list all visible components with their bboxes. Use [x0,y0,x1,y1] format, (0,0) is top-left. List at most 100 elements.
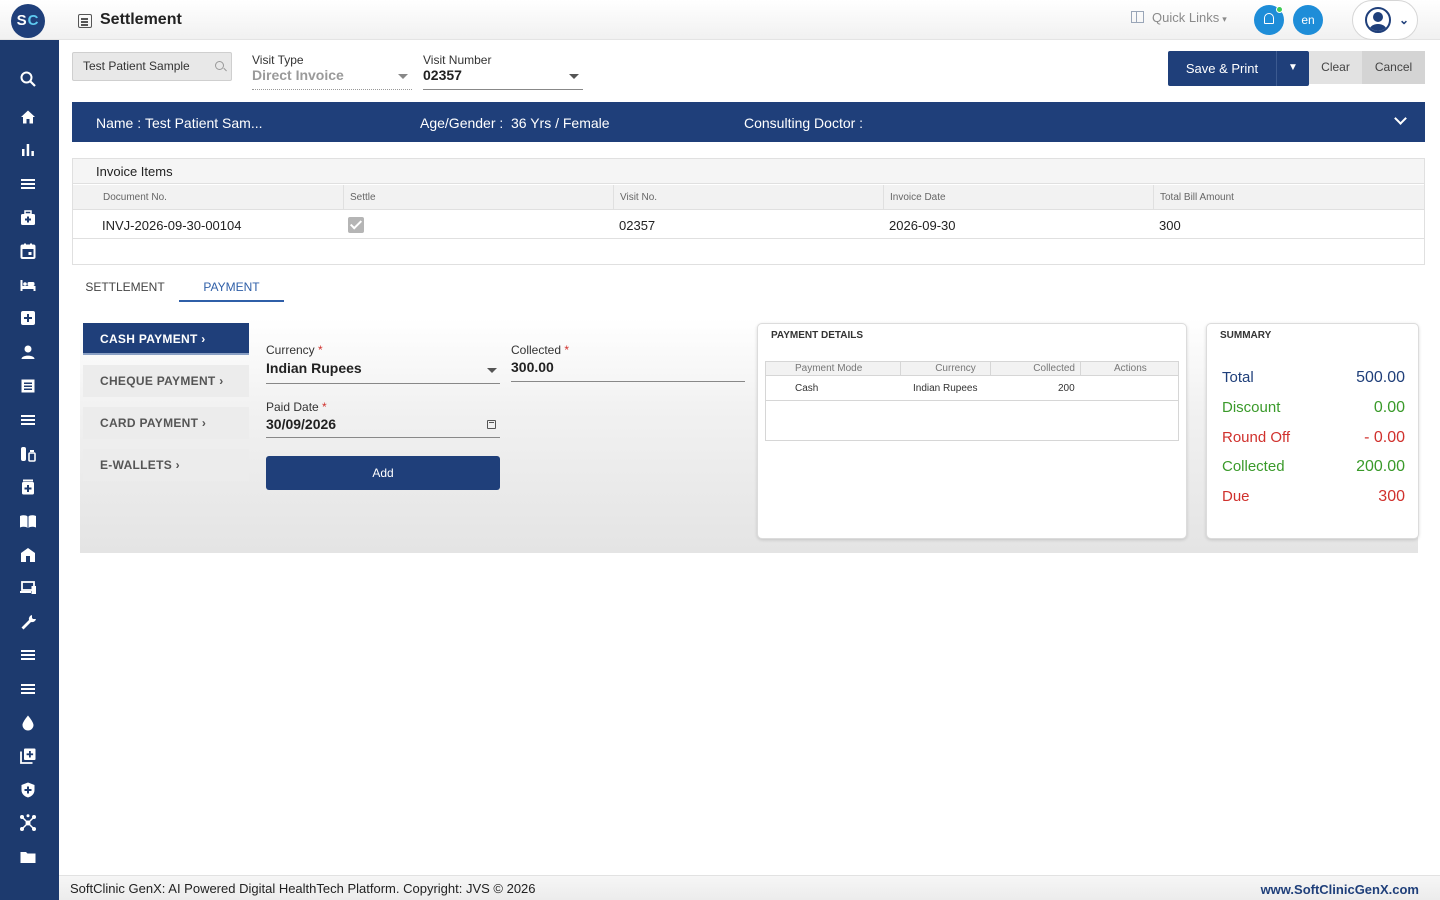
card-payment-button[interactable]: CARD PAYMENT › [83,407,249,439]
column-header-actions: Actions [1114,363,1147,374]
column-header-payment-mode: Payment Mode [766,362,901,376]
visit-type-underline [252,89,412,90]
settle-checkbox[interactable] [348,217,364,233]
visit-number-label: Visit Number [423,53,492,67]
medical-bag-icon[interactable] [19,209,37,227]
calendar-icon[interactable] [19,242,37,260]
visit-number-select[interactable]: 02357 [423,67,462,83]
patient-search-input[interactable]: Test Patient Sample [72,52,232,81]
age-gender-label: Age/Gender : [420,115,504,131]
payment-details-title: PAYMENT DETAILS [771,330,864,341]
currency-underline [266,383,500,384]
folder-icon[interactable] [19,848,37,866]
currency-select[interactable]: Indian Rupees [266,360,362,376]
table-row[interactable]: INVJ-2026-09-30-00104 02357 2026-09-30 3… [73,211,1424,239]
chevron-down-icon [569,74,579,79]
collected-cell: 200 [1058,383,1075,394]
top-header: SC Settlement Quick Links ▾ en ⌄ [0,0,1440,40]
invoice-table-header: Document No. Settle Visit No. Invoice Da… [73,185,1424,210]
summary-collected-value: 200.00 [1356,458,1405,475]
book-icon[interactable] [19,512,37,530]
menu-icon[interactable] [19,411,37,429]
calendar-icon[interactable] [487,420,496,429]
notifications-button[interactable] [1254,5,1284,35]
table-row[interactable]: Cash Indian Rupees 200 [766,377,1178,401]
summary-round-off-value: - 0.00 [1364,429,1405,446]
summary-discount-value: 0.00 [1373,399,1405,416]
menu-icon[interactable] [19,646,37,664]
save-print-button[interactable]: Save & Print [1168,51,1276,86]
sidebar [0,40,59,900]
column-header-currency: Currency [901,362,991,376]
library-add-icon[interactable] [19,747,37,765]
list-alt-icon[interactable] [19,377,37,395]
wrench-icon[interactable] [19,613,37,631]
column-header-settle: Settle [344,185,614,210]
paid-date-label: Paid Date * [266,400,327,414]
footer-website-link[interactable]: www.SoftClinicGenX.com [1261,882,1419,897]
menu-icon[interactable] [19,175,37,193]
invoice-date-cell: 2026-09-30 [889,218,956,233]
summary-round-off-label: Round Off [1222,429,1291,446]
app-logo[interactable]: SC [11,4,45,38]
pharmacy-icon[interactable] [19,445,37,463]
add-payment-button[interactable]: Add [266,456,500,490]
footer: SoftClinic GenX: AI Powered Digital Heal… [59,875,1440,900]
cash-payment-label: CASH PAYMENT [100,332,198,346]
consulting-doctor-label: Consulting Doctor : [744,115,864,131]
chevron-down-icon: ▾ [1222,14,1227,24]
collected-input[interactable]: 300.00 [511,359,554,375]
e-wallets-button[interactable]: E-WALLETS › [83,449,249,481]
bar-chart-icon[interactable] [19,141,37,159]
cancel-button[interactable]: Cancel [1362,51,1425,84]
quick-links-label: Quick Links [1152,10,1220,25]
tab-payment[interactable]: PAYMENT [179,272,284,302]
payment-details-header: Payment Mode Currency Collected Actions [766,362,1178,376]
person-icon[interactable] [19,343,37,361]
settlement-page-icon [78,14,92,28]
tab-settlement[interactable]: SETTLEMENT [72,272,178,302]
avatar-icon [1365,7,1391,33]
age-gender-value: 36 Yrs / Female [511,115,610,131]
cash-payment-button[interactable]: CASH PAYMENT › [83,323,249,355]
quick-links-menu[interactable]: Quick Links ▾ [1131,10,1227,25]
summary-total-label: Total [1222,369,1254,386]
chevron-right-icon: › [175,458,180,472]
currency-cell: Indian Rupees [913,383,978,394]
language-button[interactable]: en [1293,5,1323,35]
summary-due-label: Due [1222,488,1250,505]
summary-collected-label: Collected [1222,458,1285,475]
visit-type-label: Visit Type [252,53,304,67]
payment-details-table: Payment Mode Currency Collected Actions … [765,361,1179,441]
medicine-icon[interactable] [19,478,37,496]
paid-date-input[interactable]: 30/09/2026 [266,416,336,432]
gift-icon [1131,11,1144,23]
shield-icon[interactable] [19,781,37,799]
hub-icon[interactable] [19,814,37,832]
home-icon[interactable] [19,108,37,126]
footer-copyright: SoftClinic GenX: AI Powered Digital Heal… [70,881,536,896]
caret-down-icon: ▼ [1288,62,1298,73]
expand-chevron-icon[interactable] [1394,112,1407,125]
search-icon[interactable] [19,70,37,88]
column-header-visit-no: Visit No. [614,185,884,210]
user-menu-button[interactable]: ⌄ [1352,0,1418,40]
visit-type-select[interactable]: Direct Invoice [252,67,344,83]
hospital-icon[interactable] [19,546,37,564]
column-header-collected: Collected [991,362,1081,376]
column-header-invoice-date: Invoice Date [884,185,1154,210]
summary-title: SUMMARY [1220,330,1272,341]
summary-due-value: 300 [1378,488,1405,505]
chevron-down-icon [398,74,408,79]
bell-icon [1264,13,1274,24]
drop-icon[interactable] [19,714,37,732]
devices-icon[interactable] [19,579,37,597]
invoice-items-table: Invoice Items Document No. Settle Visit … [72,158,1425,265]
clear-button[interactable]: Clear [1309,51,1362,84]
menu-icon[interactable] [19,680,37,698]
save-options-dropdown[interactable]: ▼ [1276,51,1309,86]
payment-mode-cell: Cash [795,383,819,394]
cheque-payment-button[interactable]: CHEQUE PAYMENT › [83,365,249,397]
bed-icon[interactable] [19,276,37,294]
add-box-icon[interactable] [19,309,37,327]
